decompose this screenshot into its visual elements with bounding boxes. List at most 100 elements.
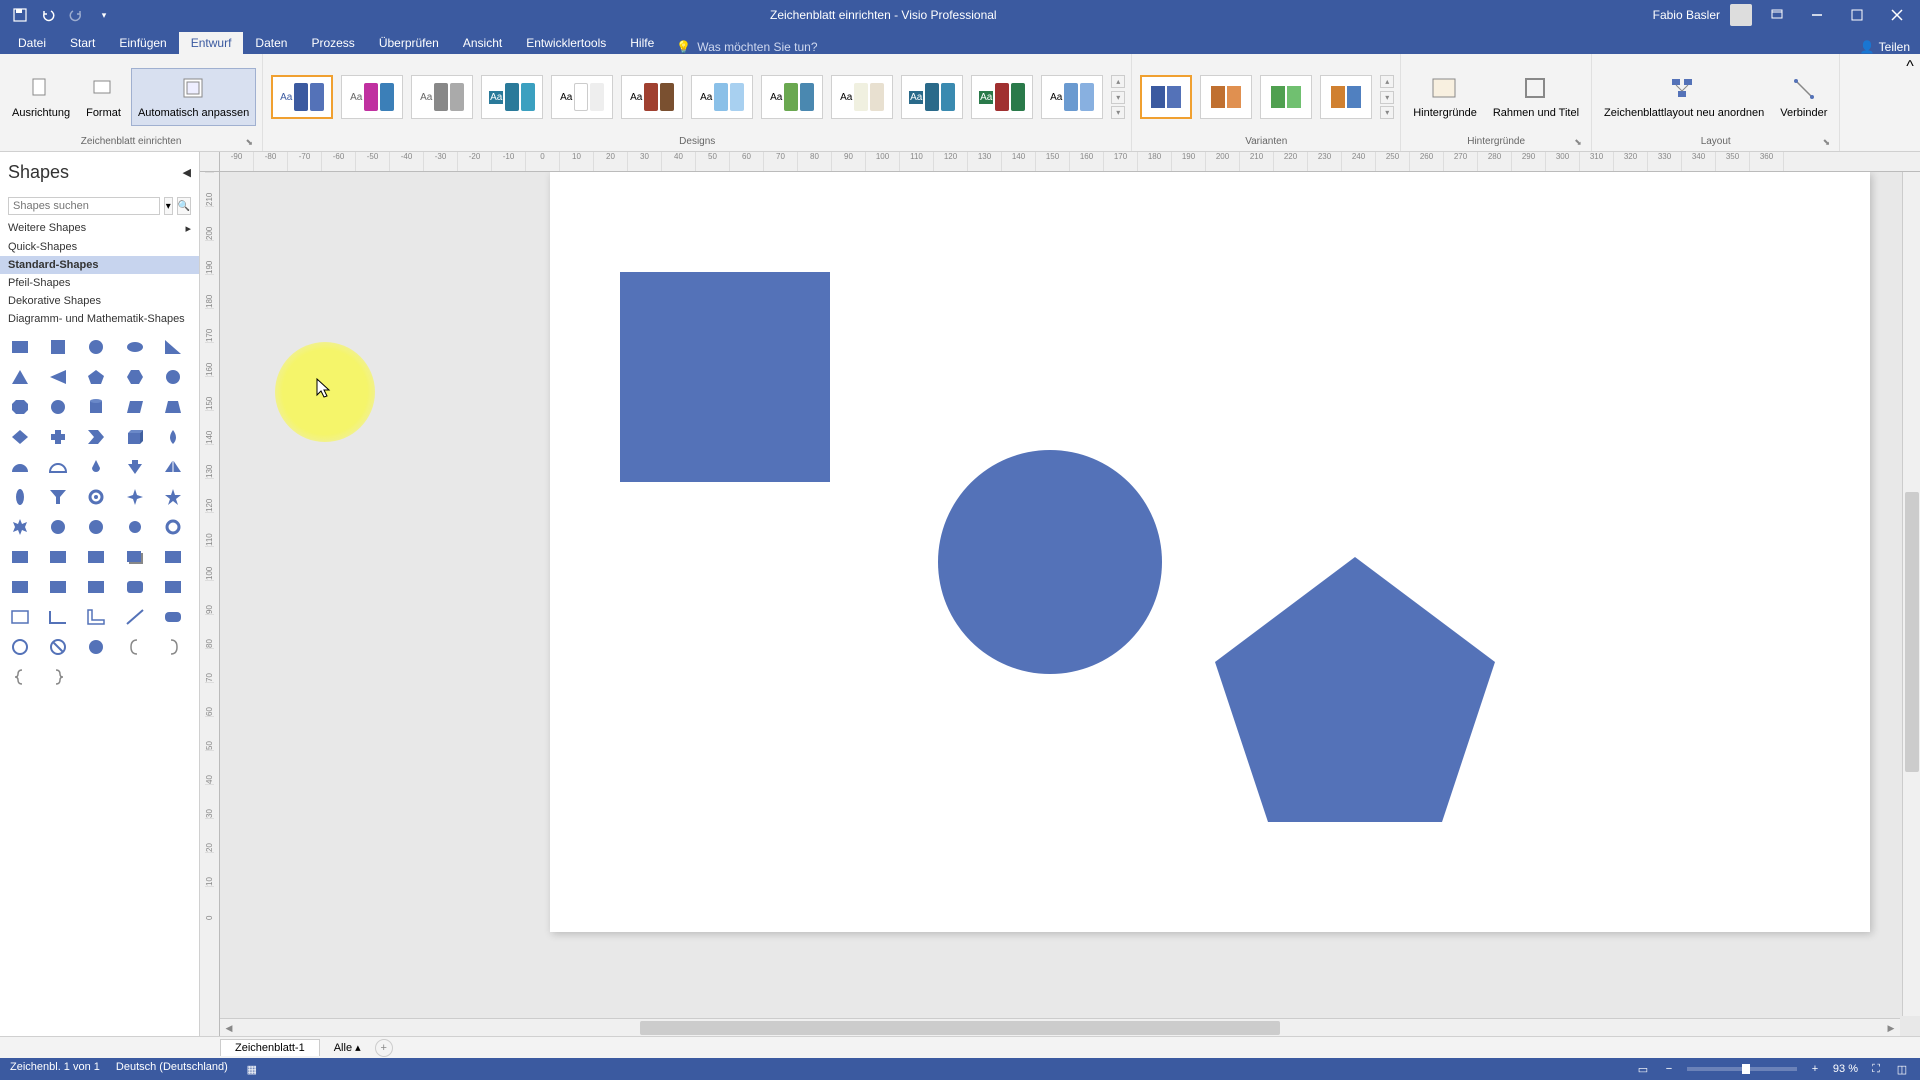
vertical-scrollbar[interactable]: [1902, 172, 1920, 1016]
shape-corner[interactable]: [44, 606, 72, 628]
design-theme-1[interactable]: Aa: [271, 75, 333, 119]
gallery-down-button[interactable]: ▾: [1111, 91, 1125, 104]
user-name[interactable]: Fabio Basler: [1653, 8, 1720, 22]
search-button[interactable]: 🔍: [177, 197, 191, 215]
scroll-h-thumb[interactable]: [640, 1021, 1280, 1035]
shape-can[interactable]: [82, 396, 110, 418]
tab-entwurf[interactable]: Entwurf: [179, 32, 244, 54]
zoom-in-button[interactable]: +: [1807, 1061, 1823, 1077]
redo-button[interactable]: [66, 5, 86, 25]
gallery-up-button[interactable]: ▴: [1111, 75, 1125, 88]
scroll-v-thumb[interactable]: [1905, 492, 1919, 772]
design-theme-2[interactable]: Aa: [341, 75, 403, 119]
variant-3[interactable]: [1260, 75, 1312, 119]
auto-anpassen-button[interactable]: Automatisch anpassen: [131, 68, 256, 125]
design-theme-4[interactable]: Aa: [481, 75, 543, 119]
scroll-left-button[interactable]: ◀: [220, 1019, 238, 1037]
hintergruende-button[interactable]: Hintergründe: [1407, 69, 1483, 124]
dialog-launcher-bg-icon[interactable]: ⬊: [1573, 137, 1583, 147]
tell-me-search[interactable]: 💡 Was möchten Sie tun?: [666, 40, 827, 54]
shape-arc[interactable]: [6, 456, 34, 478]
page-tab-alle[interactable]: Alle ▴: [326, 1039, 369, 1056]
collapse-ribbon-button[interactable]: ^: [1900, 54, 1920, 151]
tab-ueberpruefen[interactable]: Überprüfen: [367, 32, 451, 54]
collapse-panel-button[interactable]: ◀: [183, 166, 191, 179]
shape-bracket-right[interactable]: [159, 636, 187, 658]
design-theme-9[interactable]: Aa: [831, 75, 893, 119]
zoom-slider[interactable]: [1687, 1067, 1797, 1071]
dialog-launcher-icon[interactable]: ⬊: [244, 137, 254, 147]
shape-gear[interactable]: [82, 486, 110, 508]
zoom-level[interactable]: 93 %: [1833, 1063, 1858, 1075]
status-language[interactable]: Deutsch (Deutschland): [116, 1061, 228, 1077]
shape-brace-right[interactable]: [44, 666, 72, 688]
cat-standard-shapes[interactable]: Standard-Shapes: [0, 256, 199, 274]
page-tab-1[interactable]: Zeichenblatt-1: [220, 1039, 320, 1056]
shape-hexagon[interactable]: [121, 366, 149, 388]
zoom-out-button[interactable]: −: [1661, 1061, 1677, 1077]
tab-start[interactable]: Start: [58, 32, 107, 54]
shape-cube[interactable]: [121, 426, 149, 448]
tab-entwicklertools[interactable]: Entwicklertools: [514, 32, 618, 54]
shape-rect-3d-1[interactable]: [6, 546, 34, 568]
shape-ellipse[interactable]: [121, 336, 149, 358]
shape-arrow-down[interactable]: [121, 456, 149, 478]
scroll-right-button[interactable]: ▶: [1882, 1019, 1900, 1037]
shape-square-on-page[interactable]: [620, 272, 830, 482]
shape-right-triangle[interactable]: [159, 336, 187, 358]
variant-1[interactable]: [1140, 75, 1192, 119]
shape-bracket-left[interactable]: [121, 636, 149, 658]
design-theme-11[interactable]: Aa: [971, 75, 1033, 119]
tab-hilfe[interactable]: Hilfe: [618, 32, 666, 54]
share-button[interactable]: 👤Teilen: [1860, 40, 1910, 54]
ribbon-options-button[interactable]: [1762, 3, 1792, 27]
ausrichtung-button[interactable]: Ausrichtung: [6, 69, 76, 124]
shape-pentagon[interactable]: [82, 366, 110, 388]
shape-chord[interactable]: [44, 456, 72, 478]
shape-star4[interactable]: [121, 486, 149, 508]
shape-teardrop[interactable]: [82, 456, 110, 478]
shape-pyramid[interactable]: [159, 456, 187, 478]
cat-weitere-shapes[interactable]: Weitere Shapes▸: [0, 219, 199, 238]
rahmen-titel-button[interactable]: Rahmen und Titel: [1487, 69, 1585, 124]
shape-donut[interactable]: [6, 636, 34, 658]
shape-rect-3d-2[interactable]: [44, 546, 72, 568]
shape-star7[interactable]: [44, 516, 72, 538]
shape-octagon[interactable]: [6, 396, 34, 418]
shape-burst[interactable]: [82, 516, 110, 538]
shape-trapezoid[interactable]: [159, 396, 187, 418]
save-button[interactable]: [10, 5, 30, 25]
tab-prozess[interactable]: Prozess: [299, 32, 366, 54]
shape-nosign[interactable]: [44, 636, 72, 658]
shape-rect-outline[interactable]: [6, 606, 34, 628]
macro-recorder-icon[interactable]: ▦: [244, 1061, 260, 1077]
tab-einfuegen[interactable]: Einfügen: [107, 32, 178, 54]
shape-marquise[interactable]: [6, 486, 34, 508]
design-theme-5[interactable]: Aa: [551, 75, 613, 119]
tab-datei[interactable]: Datei: [6, 32, 58, 54]
shape-parallelogram[interactable]: [121, 396, 149, 418]
shape-triangle[interactable]: [6, 366, 34, 388]
shape-drop[interactable]: [159, 426, 187, 448]
variant-2[interactable]: [1200, 75, 1252, 119]
search-dropdown-button[interactable]: ▾: [164, 197, 173, 215]
shape-rect-round[interactable]: [121, 576, 149, 598]
shape-l[interactable]: [82, 606, 110, 628]
cat-quick-shapes[interactable]: Quick-Shapes: [0, 238, 199, 256]
shape-circle-small[interactable]: [121, 516, 149, 538]
cat-pfeil-shapes[interactable]: Pfeil-Shapes: [0, 274, 199, 292]
shape-funnel[interactable]: [44, 486, 72, 508]
drawing-page[interactable]: [550, 172, 1870, 932]
shape-rect-shadow-1[interactable]: [121, 546, 149, 568]
dialog-launcher-layout-icon[interactable]: ⬊: [1821, 137, 1831, 147]
shape-line[interactable]: [121, 606, 149, 628]
shape-circle-on-page[interactable]: [938, 450, 1162, 674]
zeichenblatt-layout-button[interactable]: Zeichenblattlayout neu anordnen: [1598, 69, 1770, 124]
shape-rect-round2[interactable]: [159, 606, 187, 628]
shape-ring[interactable]: [159, 516, 187, 538]
gallery-more-button[interactable]: ▾: [1111, 106, 1125, 119]
shape-rect-shadow-4[interactable]: [44, 576, 72, 598]
shape-brace-left[interactable]: [6, 666, 34, 688]
maximize-button[interactable]: [1842, 3, 1872, 27]
design-theme-8[interactable]: Aa: [761, 75, 823, 119]
